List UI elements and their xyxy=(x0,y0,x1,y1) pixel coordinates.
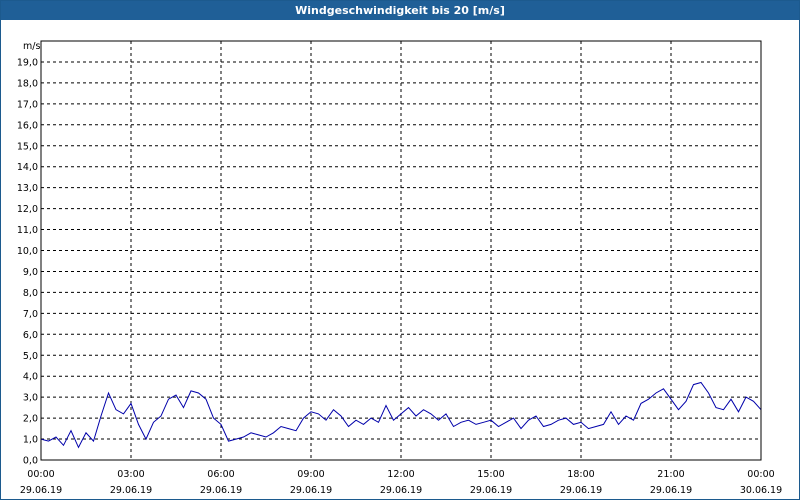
window-title: Windgeschwindigkeit bis 20 [m/s] xyxy=(1,1,799,20)
y-tick-label: 13,0 xyxy=(17,183,38,194)
x-tick-date-label: 30.06.19 xyxy=(740,485,782,496)
y-tick-label: 1,0 xyxy=(23,435,38,446)
x-tick-date-label: 29.06.19 xyxy=(20,485,62,496)
wind-speed-chart: m/s 0,0 1,0 2,0 3,0 4,0 5,0 6,0 7,0 8,0 9,0 10,0 11… xyxy=(17,40,782,496)
y-tick-label: 6,0 xyxy=(23,330,38,341)
x-tick-date-label: 29.06.19 xyxy=(380,485,422,496)
x-tick-date-label: 29.06.19 xyxy=(290,485,332,496)
y-tick-label: 3,0 xyxy=(23,393,38,404)
chart-window: Windgeschwindigkeit bis 20 [m/s] m/s 0,0… xyxy=(0,0,800,500)
x-tick-date-label: 29.06.19 xyxy=(560,485,602,496)
x-tick-date-label: 29.06.19 xyxy=(650,485,692,496)
x-tick-time-label: 12:00 xyxy=(387,469,414,480)
x-tick-time-label: 15:00 xyxy=(477,469,504,480)
x-tick-date-label: 29.06.19 xyxy=(470,485,512,496)
x-tick-time-label: 18:00 xyxy=(567,469,594,480)
y-axis-unit-label: m/s xyxy=(23,41,40,52)
x-tick-time-label: 09:00 xyxy=(297,469,324,480)
y-tick-label: 8,0 xyxy=(23,288,38,299)
y-tick-label: 12,0 xyxy=(17,204,38,215)
x-tick-date-label: 29.06.19 xyxy=(110,485,152,496)
grid xyxy=(41,41,761,460)
x-tick-time-label: 00:00 xyxy=(747,469,774,480)
y-tick-label: 17,0 xyxy=(17,99,38,110)
y-tick-label: 7,0 xyxy=(23,309,38,320)
y-tick-label: 15,0 xyxy=(17,141,38,152)
x-tick-date-label: 29.06.19 xyxy=(200,485,242,496)
y-tick-label: 9,0 xyxy=(23,267,38,278)
y-tick-label: 2,0 xyxy=(23,414,38,425)
y-tick-label: 5,0 xyxy=(23,351,38,362)
y-tick-label: 16,0 xyxy=(17,120,38,131)
y-tick-label: 18,0 xyxy=(17,78,38,89)
y-tick-label: 4,0 xyxy=(23,372,38,383)
y-tick-label: 10,0 xyxy=(17,246,38,257)
x-tick-time-label: 03:00 xyxy=(117,469,144,480)
x-tick-time-label: 21:00 xyxy=(657,469,684,480)
y-tick-label: 11,0 xyxy=(17,225,38,236)
y-tick-labels: 0,0 1,0 2,0 3,0 4,0 5,0 6,0 7,0 8,0 9,0 10,0 11,0 12… xyxy=(17,57,38,466)
y-tick-label: 19,0 xyxy=(17,57,38,68)
x-tick-labels: 00:00 29.06.19 03:00 29.06.19 06:00 29.06.19 0… xyxy=(20,469,782,496)
y-tick-label: 14,0 xyxy=(17,162,38,173)
x-tick-time-label: 00:00 xyxy=(27,469,54,480)
y-tick-label: 0,0 xyxy=(23,456,38,467)
x-tick-time-label: 06:00 xyxy=(207,469,234,480)
